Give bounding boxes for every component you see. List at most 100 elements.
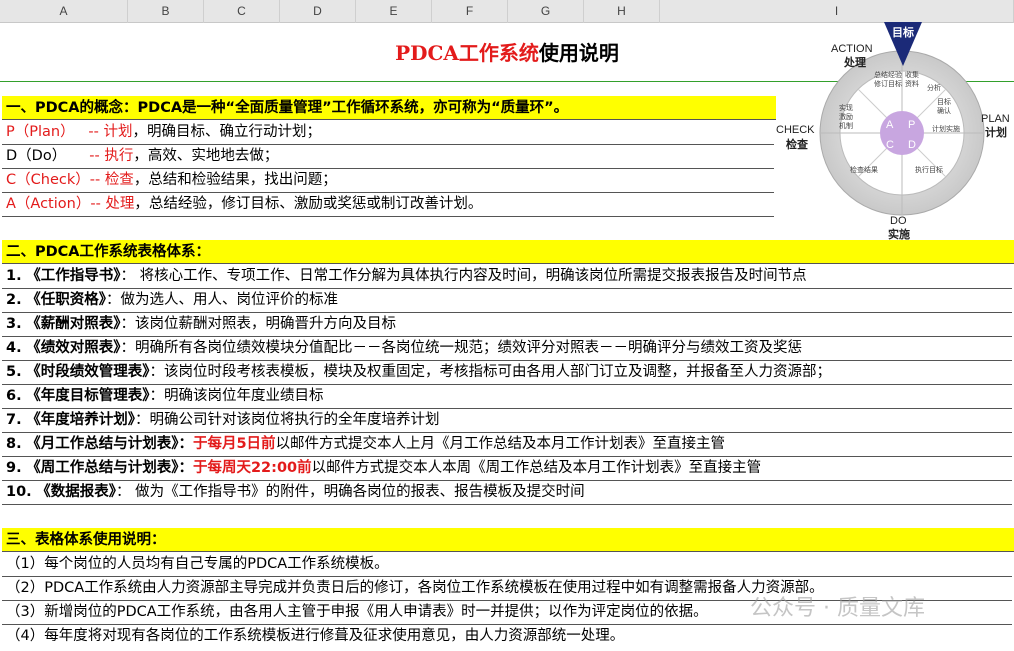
- list-item[interactable]: 2. 《任职资格》：做为选人、用人、岗位评价的标准: [2, 288, 1012, 312]
- diagram-check-cn: 检查: [786, 137, 808, 151]
- item-num: 5.: [6, 364, 22, 380]
- item-name: 《任职资格》: [26, 292, 106, 308]
- do-sep: --: [66, 148, 105, 164]
- item-desc: ：该岗位时段考核表模板，模块及权重固定，考核指标可由各用人部门订立及调整，并报备…: [149, 364, 831, 380]
- section2-header[interactable]: 二、PDCA工作系统表格体系：: [2, 240, 1014, 264]
- check-term: 检查: [104, 172, 134, 188]
- diagram-action-cn: 处理: [843, 55, 866, 69]
- section1-header[interactable]: 一、PDCA的概念：PDCA是一种“全面质量管理”工作循环系统，亦可称为“质量环…: [2, 96, 776, 120]
- diagram-plan-cn: 计划: [985, 125, 1007, 139]
- diagram-inner-label: 收集: [905, 70, 919, 79]
- plan-rest: ，明确目标、确立行动计划；: [132, 124, 322, 140]
- item-name: 《数据报表》: [36, 484, 117, 500]
- check-rest: ，总结和检验结果，找出问题；: [133, 172, 337, 188]
- diagram-do-label: DO: [890, 215, 907, 227]
- item-desc: ： 将核心工作、专项工作、日常工作分解为具体执行内容及时间，明确该岗位所需提交报…: [120, 268, 807, 284]
- item-name: 《工作指导书》: [26, 268, 121, 284]
- item-desc-prefix: ：: [178, 460, 193, 476]
- diagram-inner-label: 机制: [839, 121, 853, 130]
- pdca-row-plan[interactable]: P（Plan） -- 计划，明确目标、确立行动计划；: [2, 120, 774, 144]
- pdca-cycle-diagram[interactable]: 目标 ACTION 处理 PLAN 计划 CHECK 检查 DO 实施 总结经验…: [776, 18, 1014, 240]
- item-num: 8.: [6, 436, 22, 452]
- action-rest: ，总结经验，修订目标、激励或奖惩或制订改善计划。: [134, 196, 483, 212]
- list-item[interactable]: 1. 《工作指导书》： 将核心工作、专项工作、日常工作分解为具体执行内容及时间，…: [2, 264, 1012, 288]
- pdca-letter-a: A: [886, 119, 894, 131]
- item-num: 7.: [6, 412, 22, 428]
- diagram-inner-label: 修订目标: [874, 79, 902, 88]
- item-num: 4.: [6, 340, 22, 356]
- item-num: 1.: [6, 268, 22, 284]
- diagram-do-cn: 实施: [888, 227, 910, 240]
- diagram-inner-label: 检查结果: [850, 165, 878, 174]
- column-header-a[interactable]: A: [0, 0, 128, 23]
- diagram-inner-label: 分析: [927, 83, 941, 92]
- watermark-text: 公众号 · 质量文库: [750, 596, 925, 621]
- plan-key: P（Plan）: [6, 124, 75, 140]
- diagram-plan-label: PLAN: [981, 113, 1010, 125]
- column-header-f[interactable]: F: [432, 0, 508, 23]
- item-num: 9.: [6, 460, 22, 476]
- item-deadline: 于每月5日前: [192, 436, 276, 452]
- list-item[interactable]: 7. 《年度培养计划》：明确公司针对该岗位将执行的全年度培养计划: [2, 408, 1012, 432]
- item-name: 《薪酬对照表》: [26, 316, 121, 332]
- action-term: 处理: [105, 196, 135, 212]
- do-key: D（Do）: [6, 148, 67, 164]
- item-num: 3.: [6, 316, 22, 332]
- pdca-letter-d: D: [908, 139, 916, 151]
- pdca-row-do[interactable]: D（Do） -- 执行，高效、实地地去做；: [2, 144, 774, 168]
- item-desc: 以邮件方式提交本人上月《月工作总结及本月工作计划表》至直接主管: [275, 436, 726, 452]
- list-item[interactable]: 5. 《时段绩效管理表》：该岗位时段考核表模板，模块及权重固定，考核指标可由各用…: [2, 360, 1012, 384]
- item-deadline: 于每周天22:00前: [192, 460, 312, 476]
- usage-note[interactable]: （1）每个岗位的人员均有自己专属的PDCA工作系统模板。: [2, 552, 1012, 576]
- item-desc: ：明确该岗位年度业绩目标: [149, 388, 324, 404]
- item-desc: ：做为选人、用人、岗位评价的标准: [105, 292, 338, 308]
- item-desc: 以邮件方式提交本人本周《周工作总结及本月工作计划表》至直接主管: [311, 460, 762, 476]
- check-key: C（Check）: [6, 172, 90, 188]
- item-num: 6.: [6, 388, 22, 404]
- item-desc-prefix: ：: [178, 436, 193, 452]
- column-header-c[interactable]: C: [204, 0, 280, 23]
- action-sep: --: [90, 196, 106, 212]
- section3-header[interactable]: 三、表格体系使用说明：: [2, 528, 1014, 552]
- list-item[interactable]: 6. 《年度目标管理表》：明确该岗位年度业绩目标: [2, 384, 1012, 408]
- title-red-part: PDCA工作系统: [395, 41, 539, 65]
- diagram-inner-label: 总结经验: [874, 70, 902, 79]
- diagram-inner-label: 实现: [839, 103, 853, 112]
- diagram-inner-label: 计划实施: [932, 124, 960, 133]
- diagram-check-label: CHECK: [776, 124, 815, 136]
- title-black-part: 使用说明: [538, 41, 619, 65]
- diagram-inner-label: 资料: [905, 79, 919, 88]
- item-name: 《绩效对照表》: [26, 340, 121, 356]
- diagram-inner-label: 目标: [937, 97, 951, 106]
- item-name: 《年度培养计划》: [26, 412, 135, 428]
- diagram-inner-label: 激励: [839, 112, 853, 121]
- plan-sep: --: [74, 124, 104, 140]
- pdca-row-action[interactable]: A（Action）-- 处理，总结经验，修订目标、激励或奖惩或制订改善计划。: [2, 192, 774, 216]
- usage-note[interactable]: （4）每年度将对现有各岗位的工作系统模板进行修葺及征求使用意见，由人力资源部统一…: [2, 624, 1012, 648]
- row-divider: [2, 216, 774, 217]
- column-header-b[interactable]: B: [128, 0, 204, 23]
- do-term: 执行: [104, 148, 134, 164]
- list-item[interactable]: 4. 《绩效对照表》：明确所有各岗位绩效模块分值配比－－各岗位统一规范；绩效评分…: [2, 336, 1012, 360]
- column-header-d[interactable]: D: [280, 0, 356, 23]
- item-num: 10.: [6, 484, 32, 500]
- diagram-inner-label: 执行目标: [915, 165, 943, 174]
- action-key: A（Action）: [6, 196, 91, 212]
- list-item[interactable]: 3. 《薪酬对照表》：该岗位薪酬对照表，明确晋升方向及目标: [2, 312, 1012, 336]
- column-header-h[interactable]: H: [584, 0, 660, 23]
- list-item[interactable]: 10. 《数据报表》： 做为《工作指导书》的附件，明确各岗位的报表、报告模板及提…: [2, 480, 1012, 504]
- item-name: 《周工作总结与计划表》: [26, 460, 179, 476]
- item-desc: ：明确所有各岗位绩效模块分值配比－－各岗位统一规范；绩效评分对照表－－明确评分与…: [120, 340, 802, 356]
- do-rest: ，高效、实地地去做；: [133, 148, 279, 164]
- item-name: 《时段绩效管理表》: [26, 364, 150, 380]
- list-item[interactable]: 9. 《周工作总结与计划表》：于每周天22:00前以邮件方式提交本人本周《周工作…: [2, 456, 1012, 480]
- diagram-target-label: 目标: [892, 25, 914, 39]
- item-desc: ：明确公司针对该岗位将执行的全年度培养计划: [134, 412, 440, 428]
- item-name: 《月工作总结与计划表》: [26, 436, 179, 452]
- list-item[interactable]: 8. 《月工作总结与计划表》：于每月5日前以邮件方式提交本人上月《月工作总结及本…: [2, 432, 1012, 456]
- item-desc: ：该岗位薪酬对照表，明确晋升方向及目标: [120, 316, 396, 332]
- row-divider: [2, 504, 1012, 505]
- column-header-e[interactable]: E: [356, 0, 432, 23]
- pdca-row-check[interactable]: C（Check）-- 检查，总结和检验结果，找出问题；: [2, 168, 774, 192]
- column-header-g[interactable]: G: [508, 0, 584, 23]
